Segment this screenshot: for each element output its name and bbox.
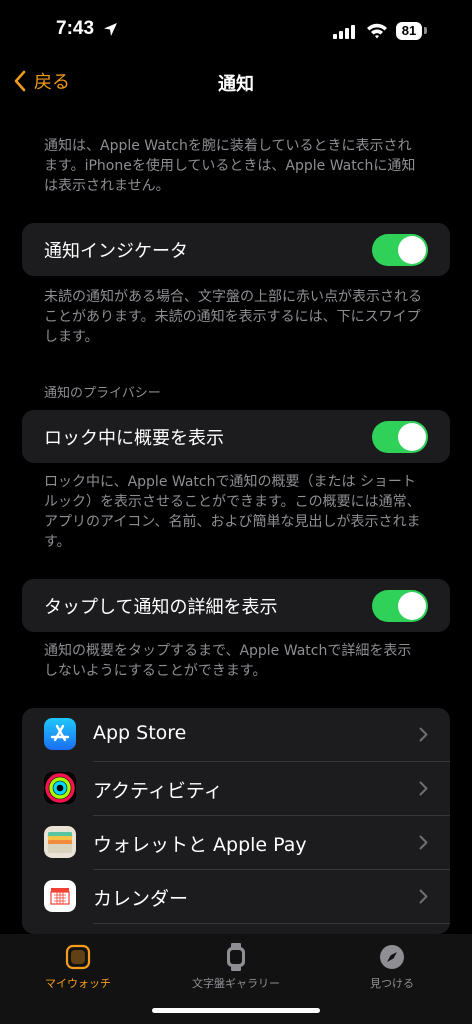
app-row-calendar[interactable]: カレンダー xyxy=(22,870,450,923)
status-bar: 7:43 81 xyxy=(0,0,472,60)
chevron-right-icon xyxy=(419,889,428,904)
indicator-label: 通知インジケータ xyxy=(44,240,188,262)
calendar-icon xyxy=(44,880,76,912)
tab-discover[interactable]: 見つける xyxy=(332,942,452,991)
app-row-wallet[interactable]: ウォレットと Apple Pay xyxy=(22,816,450,869)
chevron-right-icon xyxy=(419,835,428,850)
battery-tip xyxy=(424,27,427,34)
app-name: アクティビティ xyxy=(93,780,223,802)
app-name: App Store xyxy=(93,722,187,744)
compass-icon xyxy=(380,945,404,969)
summary-footnote: ロック中に、Apple Watchで通知の概要（または ショートルック）を表示さ… xyxy=(44,474,421,550)
intro-text: 通知は、Apple Watchを腕に装着しているときに表示されます。iPhone… xyxy=(44,138,416,194)
cellular-signal-icon xyxy=(333,25,355,39)
app-notification-list: App Store アクティビティ ウォレットと Apple Pay カレンダー xyxy=(22,708,450,934)
tab-watch-face-gallery[interactable]: 文字盤ギャラリー xyxy=(176,942,296,991)
wifi-icon xyxy=(367,23,387,39)
page-title: 通知 xyxy=(218,74,254,95)
chevron-right-icon xyxy=(419,781,428,796)
indicator-row[interactable]: 通知インジケータ xyxy=(22,223,450,276)
chevron-right-icon xyxy=(419,727,428,742)
app-row-activity[interactable]: アクティビティ xyxy=(22,762,450,815)
tap-details-label: タップして通知の詳細を表示 xyxy=(44,596,278,618)
tab-label: 見つける xyxy=(370,977,414,990)
wallet-icon xyxy=(44,826,76,858)
watch-face-gallery-icon xyxy=(227,943,245,971)
home-indicator[interactable] xyxy=(152,1008,320,1013)
indicator-toggle[interactable] xyxy=(372,233,428,266)
indicator-footnote: 未読の通知がある場合、文字盤の上部に赤い点が表示されることがあります。未読の通知… xyxy=(44,289,422,345)
location-arrow-icon xyxy=(104,23,117,36)
privacy-section-header: 通知のプライバシー xyxy=(44,386,161,401)
app-name: カレンダー xyxy=(93,888,189,910)
app-name: ウォレットと Apple Pay xyxy=(93,834,307,856)
tab-label: 文字盤ギャラリー xyxy=(192,977,280,990)
app-row-app-store[interactable]: App Store xyxy=(22,708,450,761)
tap-details-row[interactable]: タップして通知の詳細を表示 xyxy=(22,579,450,632)
battery-indicator: 81 xyxy=(396,22,422,40)
summary-toggle[interactable] xyxy=(372,420,428,453)
tab-my-watch[interactable]: マイウォッチ xyxy=(18,942,138,991)
tab-label: マイウォッチ xyxy=(45,977,111,990)
activity-icon xyxy=(44,772,76,804)
tap-details-toggle[interactable] xyxy=(372,589,428,622)
row-divider xyxy=(93,923,450,924)
app-store-icon xyxy=(44,718,76,750)
navigation-bar: 戻る 通知 xyxy=(0,60,472,104)
summary-row[interactable]: ロック中に概要を表示 xyxy=(22,410,450,463)
summary-label: ロック中に概要を表示 xyxy=(44,427,224,449)
status-time: 7:43 xyxy=(56,18,95,39)
tap-details-footnote: 通知の概要をタップするまで、Apple Watchで詳細を表示しないようにするこ… xyxy=(44,643,412,679)
watch-icon xyxy=(65,944,91,970)
